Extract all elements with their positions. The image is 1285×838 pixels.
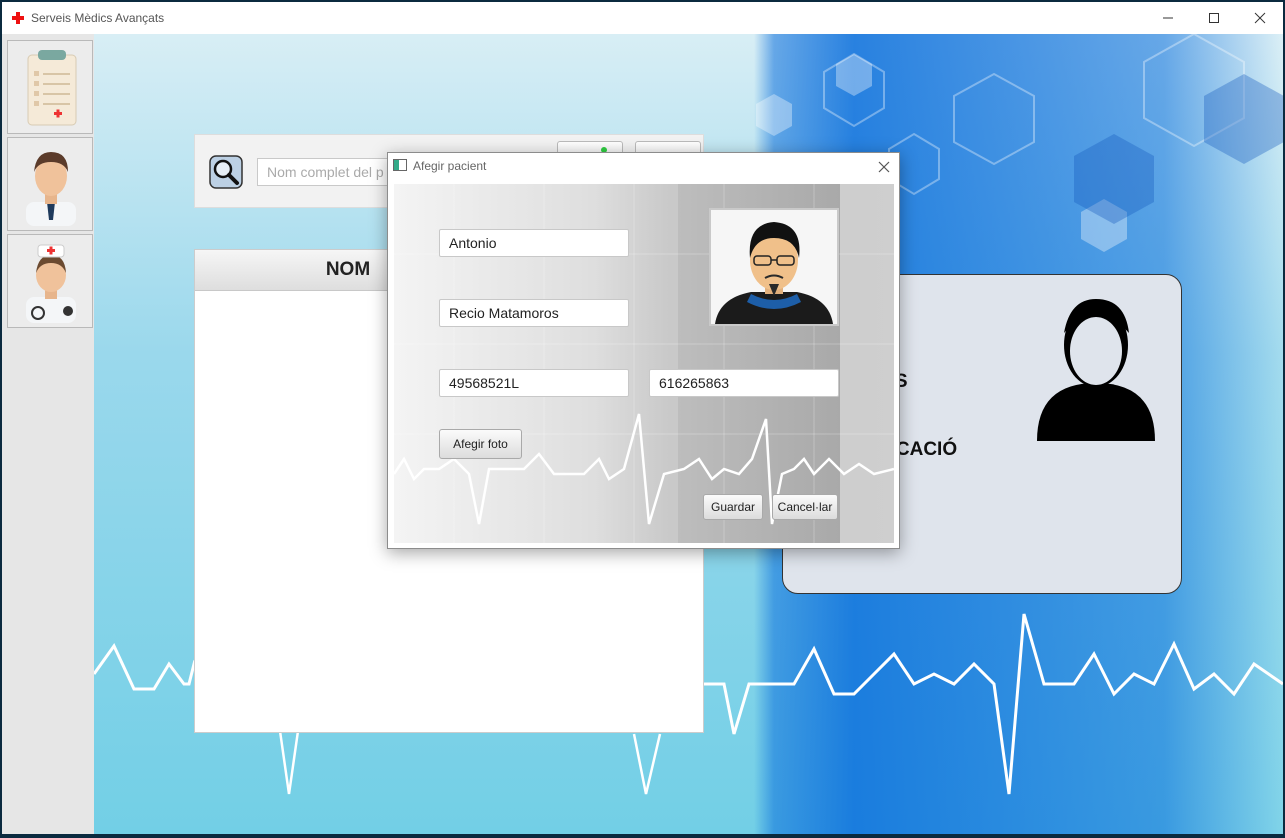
user-silhouette-icon: [1037, 299, 1155, 441]
close-icon: [878, 161, 890, 173]
patient-avatar-icon: [715, 222, 833, 324]
sidebar: [2, 34, 94, 834]
search-button[interactable]: [209, 155, 243, 189]
last-name-field[interactable]: [439, 299, 629, 327]
red-cross-icon: [12, 12, 24, 24]
sidebar-item-clipboard[interactable]: [7, 40, 93, 134]
window-title: Serveis Mèdics Avançats: [31, 11, 165, 25]
cancel-button[interactable]: Cancel·lar: [772, 494, 838, 520]
clipboard-icon: [27, 50, 77, 126]
dialog-window-icon: [393, 159, 407, 171]
id-number-field[interactable]: [439, 369, 629, 397]
maximize-button[interactable]: [1191, 2, 1237, 34]
search-icon: [209, 155, 243, 189]
doctor-icon: [26, 152, 76, 226]
minimize-button[interactable]: [1145, 2, 1191, 34]
dialog-close-button[interactable]: [874, 157, 894, 177]
patient-photo: [709, 208, 839, 326]
phone-field[interactable]: [649, 369, 839, 397]
sidebar-item-nurse[interactable]: [7, 234, 93, 328]
save-button[interactable]: Guardar: [703, 494, 763, 520]
dialog-title: Afegir pacient: [413, 159, 487, 173]
dialog-title-bar: Afegir pacient: [388, 153, 899, 183]
main-window: Serveis Mèdics Avançats Nom complet del …: [2, 2, 1283, 834]
dialog-body: Afegir foto Guardar Cancel·lar: [394, 184, 894, 543]
add-patient-dialog: Afegir pacient Antonio Recio Matamoros 4…: [387, 152, 900, 549]
add-photo-button[interactable]: Afegir foto: [439, 429, 522, 459]
first-name-field[interactable]: [439, 229, 629, 257]
sidebar-item-doctor[interactable]: [7, 137, 93, 231]
title-bar: Serveis Mèdics Avançats: [2, 2, 1283, 34]
close-button[interactable]: [1237, 2, 1283, 34]
nurse-icon: [26, 244, 76, 323]
